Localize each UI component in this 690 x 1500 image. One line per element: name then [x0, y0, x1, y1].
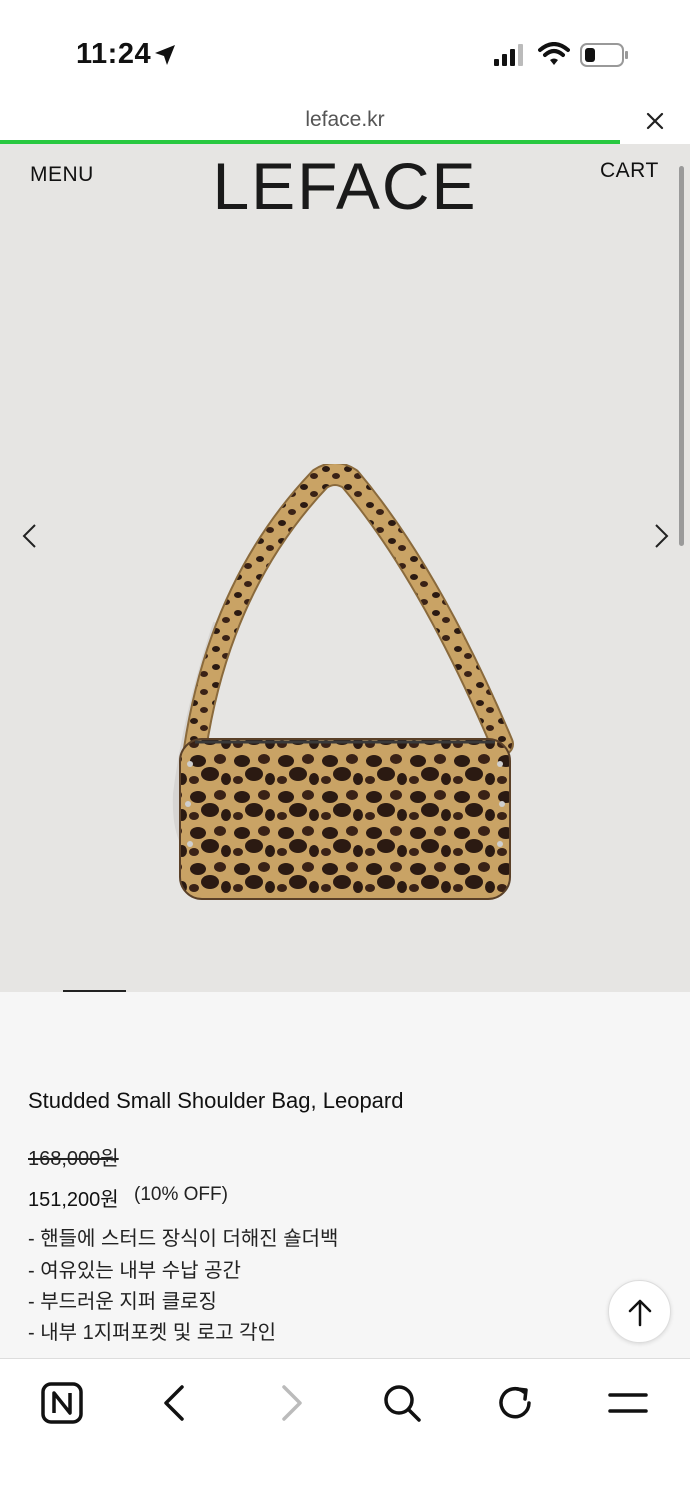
reload-icon[interactable] [491, 1379, 539, 1427]
scroll-to-top-button[interactable] [608, 1280, 671, 1343]
original-price: 168,000원 [28, 1148, 119, 1170]
description-line: - 여유있는 내부 수납 공간 [28, 1260, 241, 1282]
description-line: - 핸들에 스터드 장식이 더해진 숄더백 [28, 1228, 339, 1250]
arrow-up-icon [628, 1299, 652, 1327]
discount-label: (10% OFF) [134, 1184, 228, 1205]
back-icon[interactable] [152, 1379, 200, 1427]
product-info: Studded Small Shoulder Bag, Leopard 168,… [0, 990, 690, 1358]
site-logo[interactable]: LEFACE [0, 148, 690, 224]
cart-button[interactable]: CART [600, 159, 659, 183]
close-icon[interactable] [644, 110, 666, 132]
description-line: - 내부 1지퍼포켓 및 로고 각인 [28, 1322, 276, 1344]
carousel-indicator [63, 990, 126, 992]
browser-url-bar[interactable]: leface.kr [0, 100, 690, 142]
product-name: Studded Small Shoulder Bag, Leopard [28, 1088, 404, 1113]
battery-icon [580, 43, 628, 67]
wifi-icon [538, 42, 570, 65]
location-arrow-icon [155, 45, 175, 65]
chevron-right-icon[interactable] [651, 522, 671, 550]
forward-icon[interactable] [266, 1379, 314, 1427]
hamburger-menu-icon[interactable] [604, 1379, 652, 1427]
status-bar: 11:24 [0, 0, 690, 100]
product-image [172, 464, 514, 900]
browser-toolbar [0, 1358, 690, 1500]
search-icon[interactable] [378, 1379, 426, 1427]
sale-price: 151,200원 [28, 1189, 119, 1211]
description-line: - 부드러운 지퍼 클로징 [28, 1291, 217, 1313]
signal-icon [494, 44, 523, 66]
chevron-left-icon[interactable] [20, 522, 40, 550]
url-text[interactable]: leface.kr [0, 108, 690, 132]
scrollbar[interactable] [679, 166, 684, 546]
naver-n-icon[interactable] [38, 1379, 86, 1427]
product-image-carousel[interactable]: MENU LEFACE CART [0, 144, 690, 992]
status-time: 11:24 [76, 38, 152, 70]
